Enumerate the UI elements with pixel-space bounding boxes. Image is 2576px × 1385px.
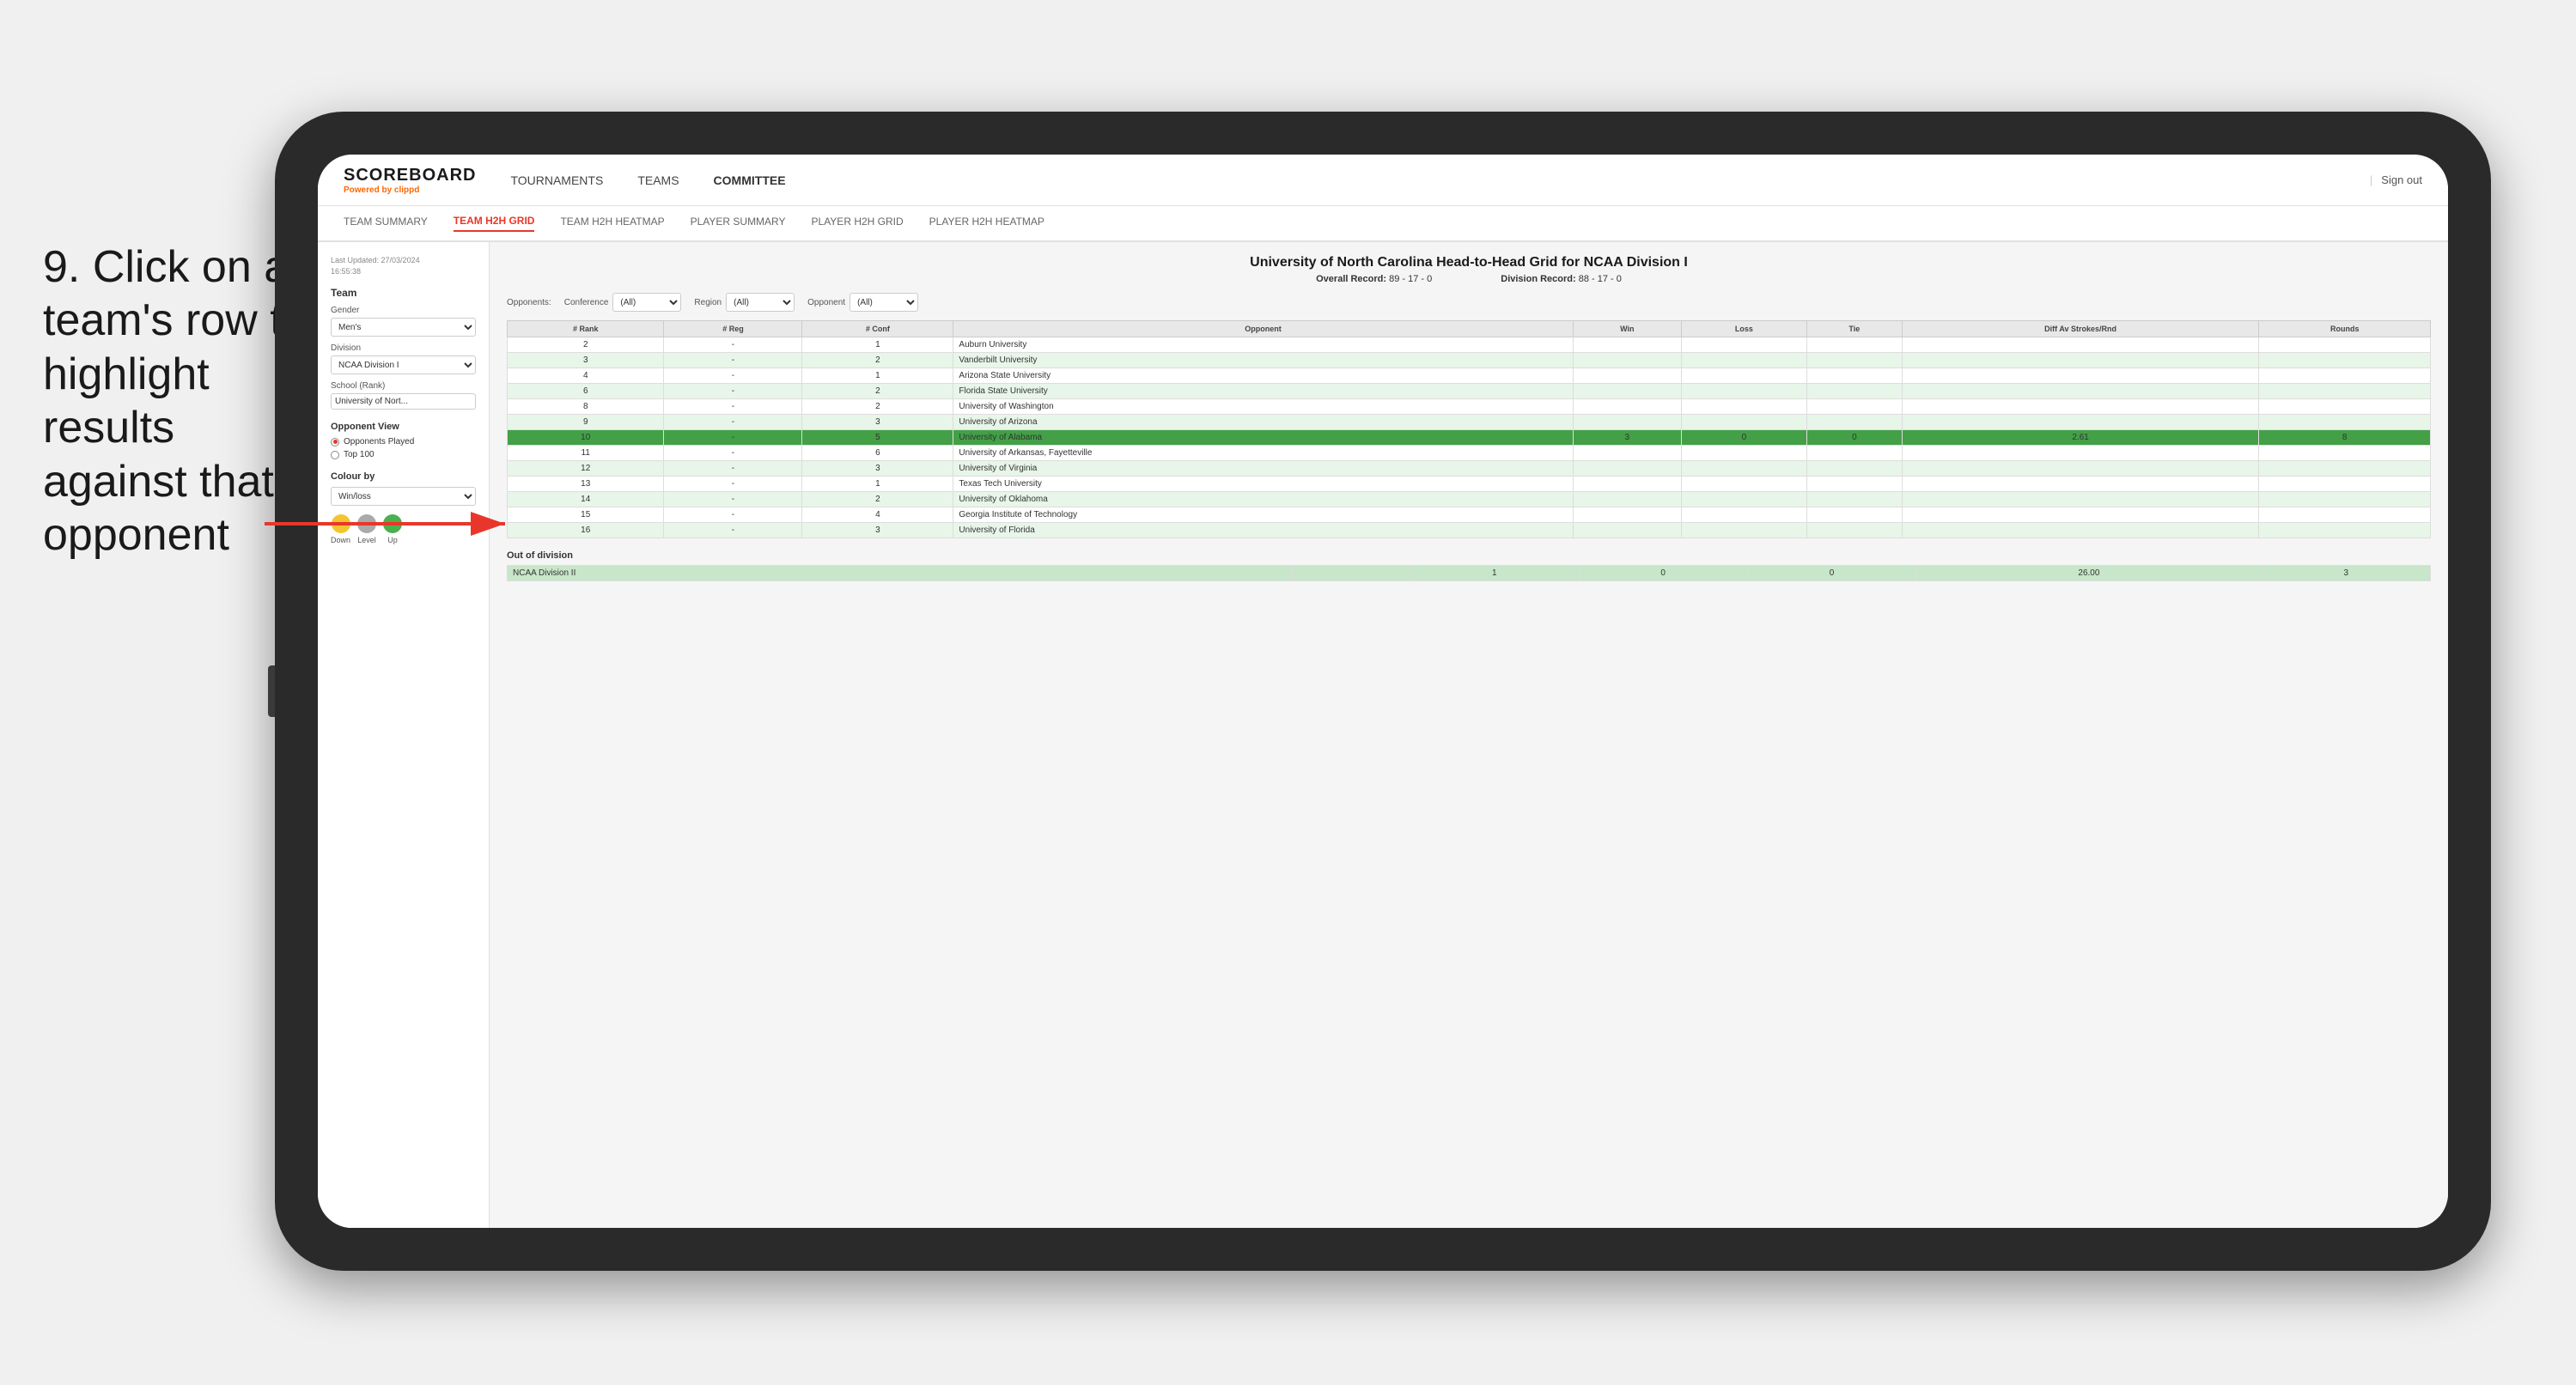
table-row[interactable]: 15-4Georgia Institute of Technology [508,507,2431,523]
division-select[interactable]: NCAA Division I [331,355,476,374]
conference-filter: Conference (All) [564,293,682,312]
sidebar: Last Updated: 27/03/2024 16:55:38 Team G… [318,242,490,1228]
school-display: University of Nort... [331,393,476,410]
legend-level: Level [357,514,376,544]
filter-row: Opponents: Conference (All) Region (All) [507,293,2431,312]
radio-dot-top100 [331,451,339,459]
table-row[interactable]: 12-3University of Virginia [508,461,2431,477]
logo-scoreboard: SCOREBOARD [344,166,476,185]
title-area: University of North Carolina Head-to-Hea… [507,255,2431,284]
subnav-team-h2h-grid[interactable]: TEAM H2H GRID [454,215,535,232]
nav-links: TOURNAMENTS TEAMS COMMITTEE [510,173,2369,187]
gender-select[interactable]: Men's [331,318,476,337]
table-row[interactable]: 16-3University of Florida [508,523,2431,538]
table-row[interactable]: 14-2University of Oklahoma [508,492,2431,507]
legend-row: Down Level Up [331,514,476,544]
subnav-player-h2h-grid[interactable]: PLAYER H2H GRID [812,216,904,231]
legend-label-down: Down [331,536,350,544]
col-opponent: Opponent [953,321,1573,337]
record-row: Overall Record: 89 - 17 - 0 Division Rec… [507,274,2431,284]
region-filter: Region (All) [694,293,795,312]
radio-top100[interactable]: Top 100 [331,450,476,459]
col-conf: # Conf [802,321,953,337]
brand-name: clippd [394,185,419,195]
col-win: Win [1573,321,1681,337]
opponent-filter: Opponent (All) [807,293,918,312]
col-rank: # Rank [508,321,664,337]
legend-circle-level [357,514,376,533]
table-row[interactable]: 2-1Auburn University [508,337,2431,353]
ncaa-label: NCAA Division II [508,566,1293,581]
team-section-title: Team [331,287,476,299]
tablet-shell: SCOREBOARD Powered by clippd TOURNAMENTS… [275,112,2491,1271]
table-row[interactable]: 10-5University of Alabama3002.618 [508,430,2431,446]
col-diff: Diff Av Strokes/Rnd [1902,321,2259,337]
h2h-table: # Rank # Reg # Conf Opponent Win Loss Ti… [507,320,2431,538]
logo-area: SCOREBOARD Powered by clippd [344,166,476,195]
legend-label-up: Up [387,536,398,544]
division-record: Division Record: 88 - 17 - 0 [1501,274,1622,284]
opponent-view-title: Opponent View [331,422,476,432]
nav-committee[interactable]: COMMITTEE [714,173,786,187]
main-content: Last Updated: 27/03/2024 16:55:38 Team G… [318,242,2448,1228]
radio-dot-opponents [331,438,339,446]
nav-divider: | [2370,173,2372,186]
page-title: University of North Carolina Head-to-Hea… [507,255,2431,270]
table-row[interactable]: 9-3University of Arizona [508,415,2431,430]
opponent-select[interactable]: (All) [850,293,918,312]
col-reg: # Reg [664,321,802,337]
radio-label-top100: Top 100 [344,450,375,459]
region-select[interactable]: (All) [726,293,795,312]
out-of-division-table: NCAA Division II 1 0 0 26.00 3 [507,565,2431,581]
last-updated: Last Updated: 27/03/2024 16:55:38 [331,255,476,276]
out-of-division-title: Out of division [507,550,2431,561]
colour-by-title: Colour by [331,471,476,482]
table-row[interactable]: 13-1Texas Tech University [508,477,2431,492]
logo-powered: Powered by clippd [344,185,476,195]
colour-by-select[interactable]: Win/loss [331,487,476,506]
radio-label-opponents: Opponents Played [344,437,414,446]
gender-label: Gender [331,306,476,315]
table-row[interactable]: 4-1Arizona State University [508,368,2431,384]
ncaa-division-row[interactable]: NCAA Division II 1 0 0 26.00 3 [508,566,2431,581]
subnav-player-summary[interactable]: PLAYER SUMMARY [691,216,786,231]
opponents-label: Opponents: [507,298,551,307]
nav-right: | Sign out [2370,173,2422,186]
sign-out-link[interactable]: Sign out [2381,173,2422,186]
subnav-team-summary[interactable]: TEAM SUMMARY [344,216,428,231]
table-row[interactable]: 6-2Florida State University [508,384,2431,399]
legend-circle-up [383,514,402,533]
school-label: School (Rank) [331,381,476,391]
overall-record: Overall Record: 89 - 17 - 0 [1316,274,1432,284]
subnav-player-h2h-heatmap[interactable]: PLAYER H2H HEATMAP [929,216,1044,231]
legend-label-level: Level [357,536,376,544]
subnav-team-h2h-heatmap[interactable]: TEAM H2H HEATMAP [560,216,664,231]
top-nav: SCOREBOARD Powered by clippd TOURNAMENTS… [318,155,2448,206]
legend-up: Up [383,514,402,544]
side-button [268,665,275,717]
sub-nav: TEAM SUMMARY TEAM H2H GRID TEAM H2H HEAT… [318,206,2448,242]
table-row[interactable]: 11-6University of Arkansas, Fayetteville [508,446,2431,461]
table-row[interactable]: 3-2Vanderbilt University [508,353,2431,368]
legend-circle-down [332,514,350,533]
nav-teams[interactable]: TEAMS [637,173,679,187]
col-tie: Tie [1806,321,1902,337]
col-rounds: Rounds [2259,321,2431,337]
legend-down: Down [331,514,350,544]
nav-tournaments[interactable]: TOURNAMENTS [510,173,603,187]
tablet-screen: SCOREBOARD Powered by clippd TOURNAMENTS… [318,155,2448,1228]
col-loss: Loss [1681,321,1806,337]
radio-opponents-played[interactable]: Opponents Played [331,437,476,446]
main-panel: University of North Carolina Head-to-Hea… [490,242,2448,1228]
division-label: Division [331,343,476,353]
table-row[interactable]: 8-2University of Washington [508,399,2431,415]
conference-select[interactable]: (All) [612,293,681,312]
